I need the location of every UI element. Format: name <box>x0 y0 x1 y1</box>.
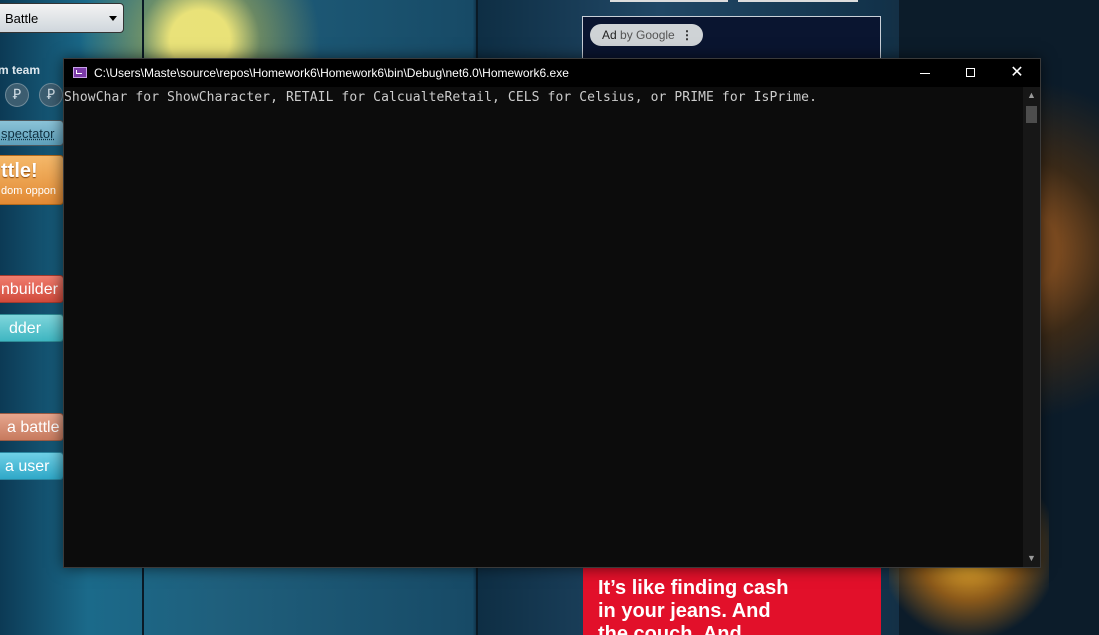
close-icon: ✕ <box>1010 64 1024 81</box>
ladder-button[interactable]: dder <box>0 314 64 342</box>
watch-battle-button[interactable]: a battle <box>0 413 64 441</box>
google-ad-bottom[interactable]: It’s like finding cash in your jeans. An… <box>583 566 881 635</box>
more-options-icon[interactable]: ⋮ <box>681 24 693 46</box>
console-app-icon[interactable] <box>73 67 87 78</box>
scroll-up-icon[interactable]: ▲ <box>1023 87 1040 104</box>
scroll-down-icon[interactable]: ▼ <box>1023 550 1040 567</box>
spectator-link[interactable]: spectator <box>0 120 64 146</box>
ad-chip-by: by Google <box>620 28 675 42</box>
team-label: m team <box>0 63 41 77</box>
pokemon-icon[interactable]: Ꝑ <box>5 83 29 107</box>
console-scrollbar[interactable]: ▲ ▼ <box>1023 87 1040 567</box>
battle-button[interactable]: ttle! dom oppon <box>0 155 64 205</box>
minimize-button[interactable] <box>902 59 948 87</box>
ad-top-edge <box>582 0 882 5</box>
battle-button-sublabel: dom oppon <box>1 185 57 197</box>
console-titlebar[interactable]: C:\Users\Maste\source\repos\Homework6\Ho… <box>64 59 1040 87</box>
console-title: C:\Users\Maste\source\repos\Homework6\Ho… <box>94 66 569 80</box>
console-window[interactable]: C:\Users\Maste\source\repos\Homework6\Ho… <box>63 58 1041 568</box>
find-user-button[interactable]: a user <box>0 452 64 480</box>
battle-button-label: ttle! <box>1 160 38 182</box>
close-button[interactable]: ✕ <box>994 59 1040 87</box>
ad-chip-label: Ad <box>602 28 617 42</box>
ad-text-line: in your jeans. And <box>598 600 771 622</box>
console-output-line: ShowChar for ShowCharacter, RETAIL for C… <box>64 90 818 105</box>
ad-chip[interactable]: Ad by Google ⋮ <box>590 24 703 46</box>
battle-format-value: Battle <box>5 11 39 26</box>
maximize-icon <box>966 68 975 77</box>
teambuilder-button[interactable]: nbuilder <box>0 275 64 303</box>
ad-text-line: the couch. And <box>598 623 742 635</box>
maximize-button[interactable] <box>948 59 994 87</box>
battle-format-select[interactable]: Battle <box>0 3 124 33</box>
scroll-thumb[interactable] <box>1026 106 1037 123</box>
chevron-down-icon <box>109 16 117 21</box>
pokemon-icon[interactable]: Ꝑ <box>39 83 63 107</box>
console-output-area[interactable]: ShowChar for ShowCharacter, RETAIL for C… <box>64 87 1023 567</box>
ad-text-line: It’s like finding cash <box>598 577 789 599</box>
minimize-icon <box>920 73 930 74</box>
